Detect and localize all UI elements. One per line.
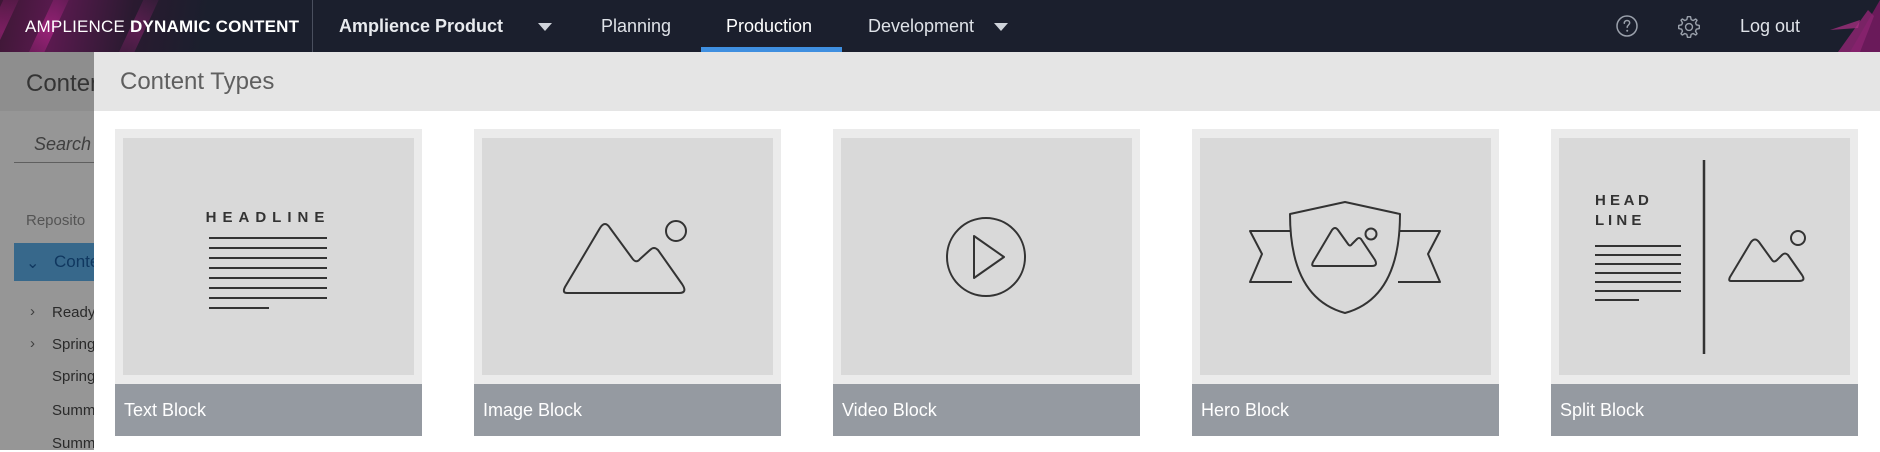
card-preview: HEADLINE	[123, 138, 414, 375]
nav-divider	[312, 0, 313, 52]
hub-selector[interactable]: Amplience Product	[339, 0, 503, 52]
card-label-text: Hero Block	[1201, 400, 1290, 420]
card-preview	[841, 138, 1132, 375]
hub-dropdown-icon[interactable]	[538, 23, 552, 31]
hero-banner-icon	[1249, 201, 1441, 314]
gear-icon[interactable]	[1676, 14, 1702, 40]
logout-link[interactable]: Log out	[1740, 0, 1800, 52]
help-icon[interactable]	[1615, 14, 1639, 38]
nav-planning[interactable]: Planning	[601, 0, 671, 52]
text-block-icon: HEADLINE	[206, 209, 331, 309]
card-preview: H E A D L I N E	[1559, 138, 1850, 375]
brand-logo[interactable]: AMPLIENCE DYNAMIC CONTENT	[25, 17, 299, 37]
content-types-modal: Content Types HEADLINE Text Block Image …	[94, 52, 1880, 450]
card-video-block[interactable]: Video Block	[833, 129, 1140, 436]
preview-headline-1: H E A D	[1595, 192, 1649, 209]
card-label-text: Split Block	[1560, 400, 1645, 420]
split-layout-icon: H E A D L I N E	[1595, 160, 1806, 354]
card-split-block[interactable]: H E A D L I N E Split Block	[1551, 129, 1858, 436]
nav-production[interactable]: Production	[726, 0, 812, 52]
card-label: Split Block	[1551, 384, 1858, 436]
nav-development[interactable]: Development	[868, 0, 974, 52]
card-label: Image Block	[474, 384, 781, 436]
card-preview	[1200, 138, 1491, 375]
modal-title: Content Types	[120, 68, 275, 95]
card-label: Hero Block	[1192, 384, 1499, 436]
card-image-block[interactable]: Image Block	[474, 129, 781, 436]
play-icon	[946, 217, 1026, 297]
card-label: Video Block	[833, 384, 1140, 436]
brand-bold: DYNAMIC CONTENT	[130, 17, 300, 36]
preview-headline: HEADLINE	[206, 209, 331, 226]
top-nav-bar: AMPLIENCE DYNAMIC CONTENT Amplience Prod…	[0, 0, 1880, 52]
development-dropdown-icon[interactable]	[994, 23, 1008, 31]
card-label-text: Image Block	[483, 400, 583, 420]
brand-decoration	[0, 0, 25, 52]
card-text-block[interactable]: HEADLINE Text Block	[115, 129, 422, 436]
preview-headline-2: L I N E	[1595, 212, 1641, 229]
corner-decoration	[1830, 0, 1880, 52]
brand-area: AMPLIENCE DYNAMIC CONTENT	[0, 0, 312, 52]
card-label-text: Text Block	[124, 400, 207, 420]
modal-header: Content Types	[94, 52, 1880, 111]
card-hero-block[interactable]: Hero Block	[1192, 129, 1499, 436]
card-label: Text Block	[115, 384, 422, 436]
card-preview	[482, 138, 773, 375]
card-label-text: Video Block	[842, 400, 937, 420]
image-icon	[562, 220, 687, 294]
brand-light: AMPLIENCE	[25, 17, 126, 36]
